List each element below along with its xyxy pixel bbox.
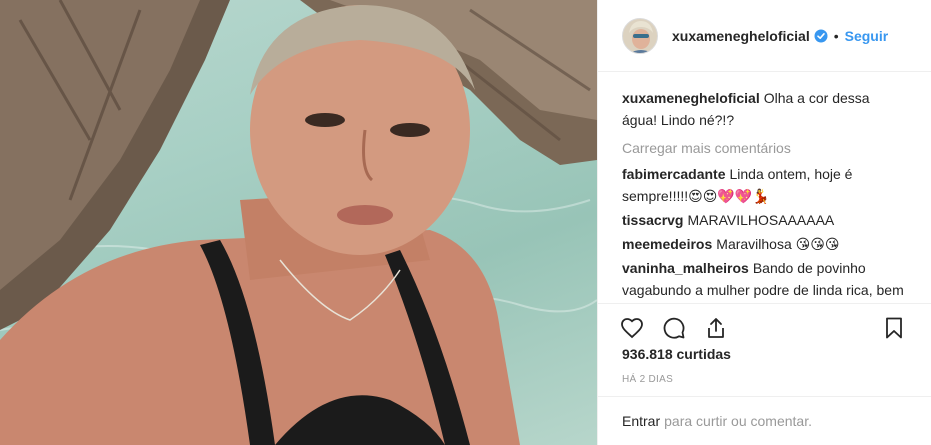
username-link[interactable]: xuxamenegheloficial bbox=[672, 28, 810, 44]
post-timestamp[interactable]: HÁ 2 DIAS bbox=[622, 374, 673, 385]
login-link[interactable]: Entrar bbox=[622, 413, 660, 429]
caption-author[interactable]: xuxamenegheloficial bbox=[622, 90, 760, 106]
comment-item: tissacrvg MARAVILHOSAAAAAA bbox=[622, 209, 908, 231]
comment-item: meemedeiros Maravilhosa 😘😘😘 bbox=[622, 233, 908, 255]
instagram-post: xuxamenegheloficial • Seguir xuxameneghe… bbox=[0, 0, 931, 445]
share-icon bbox=[708, 317, 724, 338]
verified-badge-icon bbox=[814, 29, 828, 42]
load-more-comments-button[interactable]: Carregar mais comentários bbox=[622, 137, 908, 159]
post-photo[interactable] bbox=[0, 0, 597, 445]
comment-author[interactable]: vaninha_malheiros bbox=[622, 260, 749, 276]
avatar-image bbox=[623, 18, 657, 53]
heart-icon bbox=[621, 317, 643, 338]
comment-button[interactable] bbox=[660, 314, 688, 342]
comment-text: Maravilhosa 😘😘😘 bbox=[716, 236, 840, 252]
comment-item: vaninha_malheiros Bando de povinho vagabu… bbox=[622, 257, 908, 303]
comment-author[interactable]: meemedeiros bbox=[622, 236, 712, 252]
comments-list[interactable]: xuxamenegheloficial Olha a cor dessa água… bbox=[598, 73, 931, 303]
comment-author[interactable]: fabimercadante bbox=[622, 166, 725, 182]
post-caption: xuxamenegheloficial Olha a cor dessa água… bbox=[622, 87, 908, 131]
share-button[interactable] bbox=[702, 314, 730, 342]
save-button[interactable] bbox=[880, 314, 908, 342]
bookmark-icon bbox=[886, 317, 902, 338]
comment-author[interactable]: tissacrvg bbox=[622, 212, 683, 228]
follow-button[interactable]: Seguir bbox=[845, 28, 889, 44]
like-button[interactable] bbox=[618, 314, 646, 342]
login-prompt-text: para curtir ou comentar. bbox=[664, 413, 812, 429]
comment-text: MARAVILHOSAAAAAA bbox=[687, 212, 835, 228]
add-comment-section: Entrar para curtir ou comentar. bbox=[598, 396, 931, 445]
post-side-panel: xuxamenegheloficial • Seguir xuxameneghe… bbox=[597, 0, 931, 445]
photo-illustration bbox=[0, 0, 597, 445]
header-separator: • bbox=[833, 27, 839, 44]
post-header: xuxamenegheloficial • Seguir bbox=[598, 0, 931, 72]
avatar[interactable] bbox=[622, 17, 658, 54]
likes-count[interactable]: 936.818 curtidas bbox=[622, 346, 731, 362]
post-actions-bar bbox=[598, 303, 931, 351]
comment-item: fabimercadante Linda ontem, hoje é sempre… bbox=[622, 163, 908, 207]
comment-bubble-icon bbox=[663, 317, 685, 339]
